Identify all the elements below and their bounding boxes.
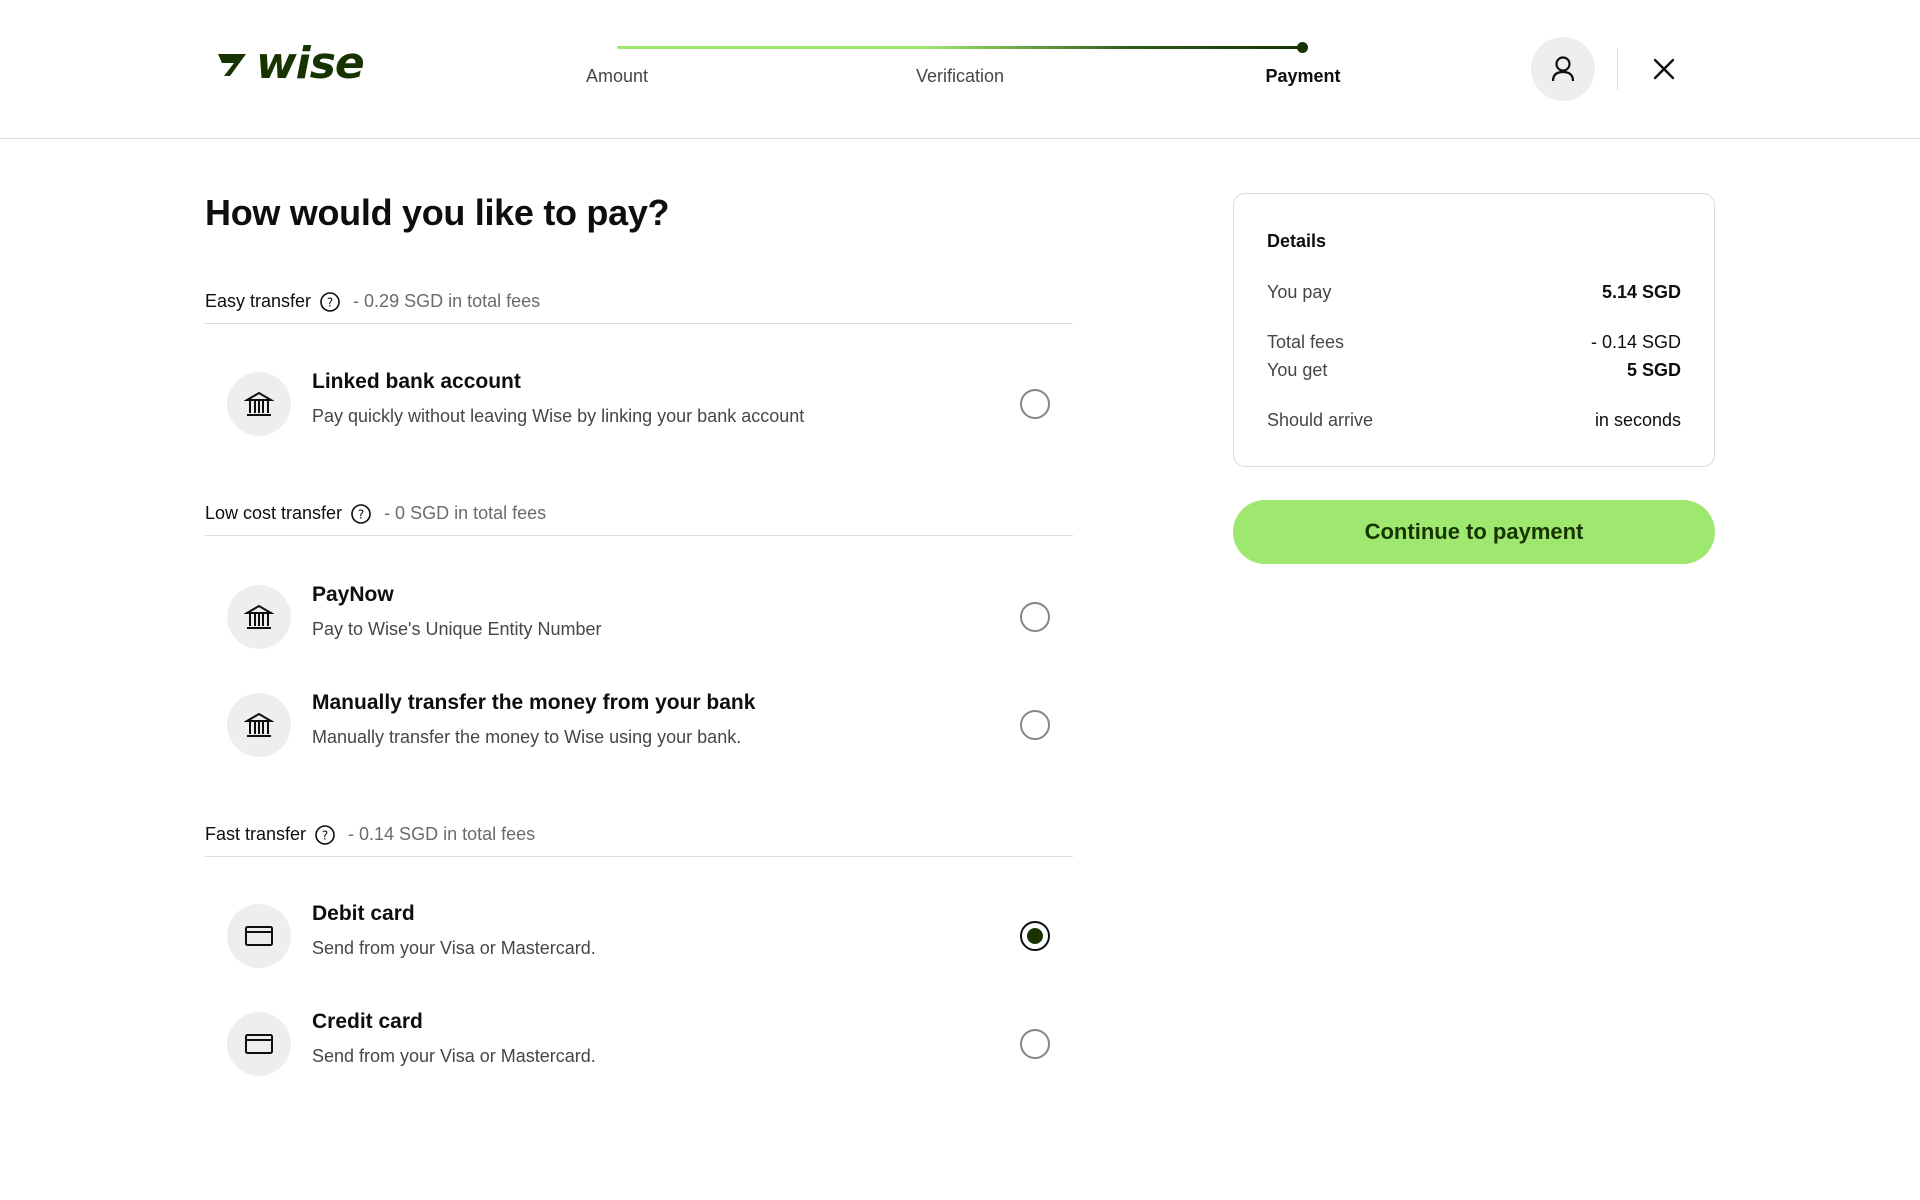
row-you-pay: You pay 5.14 SGD — [1267, 280, 1681, 304]
option-radio[interactable] — [1020, 710, 1050, 740]
section-name: Low cost transfer — [205, 503, 343, 523]
option-credit-card[interactable]: Credit card Send from your Visa or Maste… — [205, 1002, 1073, 1086]
option-linked-bank-account[interactable]: Linked bank account Pay quickly without … — [205, 362, 1073, 446]
svg-text:?: ? — [322, 828, 328, 842]
stepper-track — [617, 46, 1303, 49]
you-pay-value: 5.14 SGD — [1601, 281, 1681, 302]
stepper-current-dot — [1297, 42, 1308, 53]
option-radio[interactable] — [1020, 389, 1050, 419]
option-description: Send from your Visa or Mastercard. — [312, 1046, 596, 1066]
bank-icon — [227, 585, 291, 649]
should-arrive-label: Should arrive — [1267, 409, 1374, 430]
step-verification[interactable]: Verification — [916, 66, 1004, 87]
details-card: Details You pay 5.14 SGD Total fees - 0.… — [1233, 193, 1715, 467]
row-you-get: You get 5 SGD — [1267, 358, 1681, 382]
you-pay-label: You pay — [1267, 281, 1332, 302]
step-payment: Payment — [1265, 66, 1341, 86]
option-description: Pay to Wise's Unique Entity Number — [312, 619, 602, 639]
option-radio[interactable] — [1020, 602, 1050, 632]
total-fees-label: Total fees — [1267, 331, 1345, 352]
section-fee: - 0.14 SGD in total fees — [348, 824, 536, 844]
option-title: Manually transfer the money from your ba… — [312, 691, 756, 714]
top-header: wise Amount Verification Payment — [0, 0, 1920, 139]
row-should-arrive: Should arrive in seconds — [1267, 408, 1681, 432]
progress-stepper: Amount Verification Payment — [570, 40, 1350, 100]
option-radio-selected[interactable] — [1020, 921, 1050, 951]
section-low-cost-transfer: Low cost transfer ? - 0 SGD in total fee… — [205, 492, 1073, 536]
section-name: Fast transfer — [205, 824, 307, 844]
option-description: Manually transfer the money to Wise usin… — [312, 727, 742, 747]
section-name: Easy transfer — [205, 291, 312, 311]
card-icon — [227, 1012, 291, 1076]
you-get-label: You get — [1267, 359, 1328, 380]
option-description: Pay quickly without leaving Wise by link… — [312, 406, 805, 426]
close-icon — [1653, 58, 1675, 80]
step-amount[interactable]: Amount — [586, 66, 648, 87]
option-title: PayNow — [312, 583, 394, 606]
card-icon — [227, 904, 291, 968]
help-icon[interactable]: ? — [319, 291, 341, 313]
wise-logo[interactable]: wise — [216, 38, 365, 89]
row-total-fees: Total fees - 0.14 SGD — [1267, 330, 1681, 354]
help-icon[interactable]: ? — [314, 824, 336, 846]
total-fees-value: - 0.14 SGD — [1590, 331, 1681, 352]
section-easy-transfer: Easy transfer ? - 0.29 SGD in total fees — [205, 280, 1073, 324]
help-icon[interactable]: ? — [350, 503, 372, 525]
bank-icon — [227, 372, 291, 436]
option-description: Send from your Visa or Mastercard. — [312, 938, 596, 958]
close-button[interactable] — [1652, 53, 1676, 85]
option-title: Debit card — [312, 902, 415, 925]
continue-to-payment-button[interactable]: Continue to payment — [1233, 500, 1715, 564]
wise-flag-icon — [218, 54, 246, 76]
person-icon — [1551, 56, 1575, 82]
section-fee: - 0.29 SGD in total fees — [353, 291, 541, 311]
option-debit-card[interactable]: Debit card Send from your Visa or Master… — [205, 894, 1073, 978]
page-title: How would you like to pay? — [205, 192, 670, 233]
wise-wordmark: wise — [256, 38, 365, 89]
option-manual-bank-transfer[interactable]: Manually transfer the money from your ba… — [205, 683, 1073, 767]
svg-text:?: ? — [358, 507, 364, 521]
option-title: Linked bank account — [312, 370, 521, 393]
you-get-value: 5 SGD — [1626, 359, 1681, 380]
svg-text:?: ? — [327, 295, 333, 309]
option-title: Credit card — [312, 1010, 423, 1033]
option-paynow[interactable]: PayNow Pay to Wise's Unique Entity Numbe… — [205, 575, 1073, 659]
should-arrive-value: in seconds — [1594, 409, 1681, 430]
bank-icon — [227, 693, 291, 757]
section-fast-transfer: Fast transfer ? - 0.14 SGD in total fees — [205, 813, 1073, 857]
details-title: Details — [1267, 231, 1327, 251]
header-divider — [1617, 48, 1618, 90]
option-radio[interactable] — [1020, 1029, 1050, 1059]
section-fee: - 0 SGD in total fees — [384, 503, 547, 523]
account-button[interactable] — [1531, 37, 1595, 101]
